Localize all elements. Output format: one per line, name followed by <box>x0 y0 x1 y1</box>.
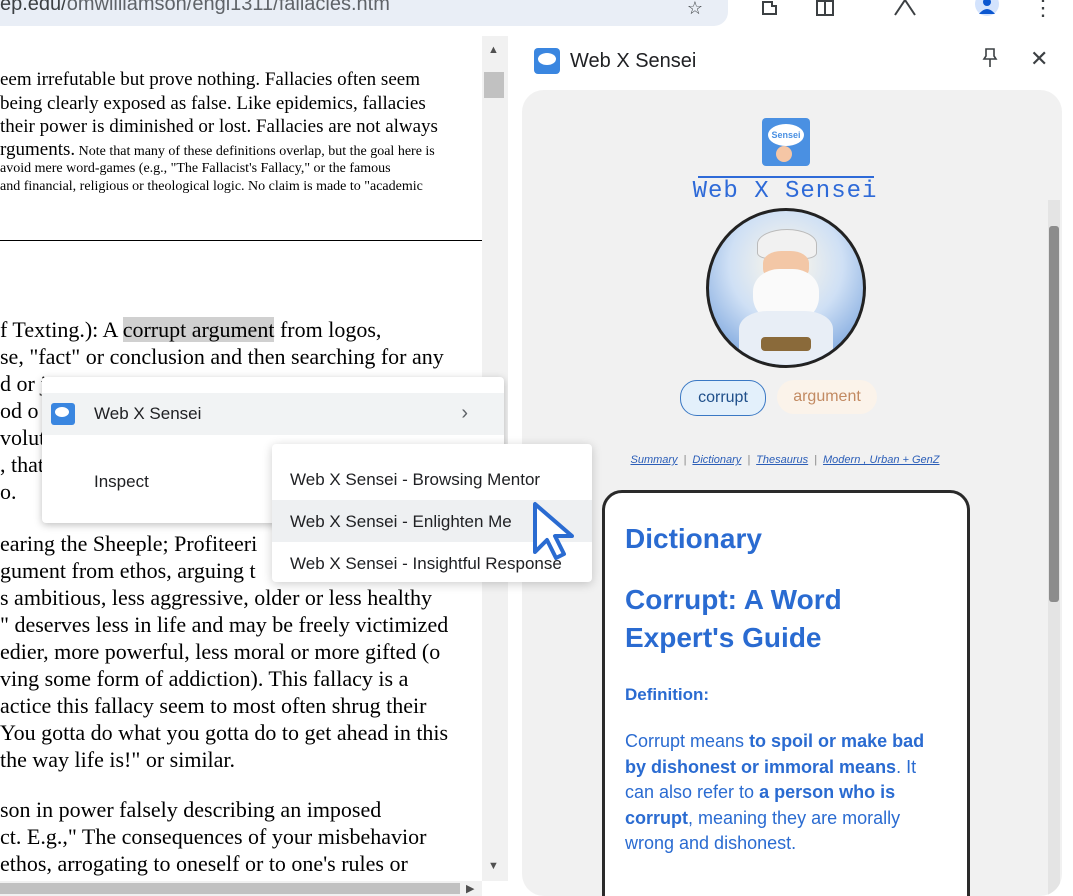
panel-scroll-thumb[interactable] <box>1049 226 1059 602</box>
scroll-down-arrow-icon[interactable]: ▼ <box>488 860 499 872</box>
sidepanel-icon[interactable] <box>812 0 838 20</box>
text-line: the way life is!" or similar. <box>0 747 236 772</box>
browser-toolbar: ep.edu/omwilliamson/engl1311/fallacies.h… <box>0 0 1073 36</box>
word-chip-argument[interactable]: argument <box>777 380 877 414</box>
text-line: avoid mere word-games (e.g., "The Fallac… <box>0 161 391 176</box>
web-x-sensei-logo-icon <box>534 48 560 74</box>
text-line-highlighted[interactable]: f Texting.): A corrupt argument from log… <box>0 316 381 343</box>
text-line: ethos, arrogating to oneself or to one's… <box>0 851 408 876</box>
sensei-face-icon <box>776 146 792 162</box>
brand-title: Web X Sensei <box>692 178 878 205</box>
sensei-logo-text: Sensei <box>768 124 804 146</box>
close-icon[interactable]: ✕ <box>1030 46 1048 72</box>
sensei-logo: Sensei <box>762 118 810 166</box>
labs-flask-icon[interactable] <box>892 0 918 20</box>
side-panel-content: Sensei Web X Sensei corrupt argument Sum… <box>522 90 1062 896</box>
url-domain: ep.edu/ <box>0 0 67 15</box>
horizontal-scroll-thumb[interactable] <box>0 883 460 894</box>
web-x-sensei-logo-icon <box>51 403 75 425</box>
text-line-mixed: rguments. Note that many of these defini… <box>0 138 435 162</box>
text-line: d or j <box>0 371 47 396</box>
word-chip-corrupt[interactable]: corrupt <box>680 380 766 416</box>
chevron-right-icon: › <box>461 402 468 424</box>
scroll-right-arrow-icon[interactable]: ▶ <box>466 882 474 895</box>
definition-text: Corrupt means to spoil or make bad by di… <box>625 729 949 857</box>
sensei-avatar <box>706 208 866 368</box>
submenu-label: Web X Sensei - Browsing Mentor <box>290 470 541 489</box>
definition-fragment: Corrupt means <box>625 731 750 751</box>
link-summary[interactable]: Summary <box>630 454 677 466</box>
text-line: ct. E.g.," The consequences of your misb… <box>0 824 427 849</box>
text-line: volut <box>0 425 46 450</box>
text-line: " deserves less in life and may be freel… <box>0 612 449 637</box>
pin-icon[interactable] <box>982 48 998 73</box>
side-panel-header: Web X Sensei ✕ <box>508 36 1073 88</box>
mode-links: Summary | Dictionary | Thesaurus | Modern , Ur… <box>630 454 940 466</box>
side-panel: Web X Sensei ✕ Sensei Web X Sensei corru… <box>508 36 1073 896</box>
definition-label: Definition: <box>625 685 710 704</box>
link-dictionary[interactable]: Dictionary <box>692 454 741 466</box>
context-item-label: Inspect <box>94 472 149 491</box>
avatar-belt <box>761 337 811 351</box>
text-line: earing the Sheeple; Profiteeri <box>0 531 258 556</box>
text-line: edier, more powerful, less moral or more… <box>0 639 441 664</box>
text-line: their power is diminished or lost. Falla… <box>0 116 438 137</box>
bookmark-star-icon[interactable]: ☆ <box>682 0 708 20</box>
scroll-up-arrow-icon[interactable]: ▲ <box>488 44 499 56</box>
submenu-label: Web X Sensei - Insightful Response <box>290 554 562 573</box>
text-line: , that <box>0 452 44 477</box>
text-line: gument from ethos, arguing t <box>0 558 256 583</box>
link-modern-urban-genz[interactable]: Modern , Urban + GenZ <box>823 454 939 466</box>
vertical-scroll-thumb[interactable] <box>484 72 504 98</box>
text-line: ving some form of addiction). This falla… <box>0 666 409 691</box>
text-line: son in power falsely describing an impos… <box>0 797 382 822</box>
horizontal-rule <box>0 240 482 241</box>
extensions-icon[interactable] <box>758 0 784 20</box>
text-line: eem irrefutable but prove nothing. Falla… <box>0 69 420 90</box>
card-title: Corrupt: A Word Expert's Guide <box>625 584 842 653</box>
text-line: and financial, religious or theological … <box>0 179 423 194</box>
link-thesaurus[interactable]: Thesaurus <box>756 454 808 466</box>
text-line: actice this fallacy seem to most often s… <box>0 693 427 718</box>
kebab-menu-icon[interactable]: ⋮ <box>1030 0 1056 20</box>
text-line: being clearly exposed as false. Like epi… <box>0 93 426 114</box>
mouse-cursor-icon <box>533 502 574 560</box>
side-panel-title: Web X Sensei <box>570 50 697 72</box>
text-line: o. <box>0 479 17 504</box>
text-fragment: rguments. <box>0 139 76 160</box>
profile-avatar-icon[interactable] <box>974 0 1000 20</box>
text-line: se, "fact" or conclusion and then search… <box>0 344 444 369</box>
submenu-browsing-mentor[interactable]: Web X Sensei - Browsing Mentor <box>272 458 592 500</box>
context-item-web-x-sensei[interactable]: Web X Sensei › <box>42 393 504 435</box>
address-bar[interactable]: ep.edu/omwilliamson/engl1311/fallacies.h… <box>0 0 728 26</box>
text-fragment: from logos, <box>274 317 382 342</box>
url-text[interactable]: ep.edu/omwilliamson/engl1311/fallacies.h… <box>0 0 390 16</box>
card-heading: Dictionary <box>625 523 762 554</box>
text-line: s ambitious, less aggressive, older or l… <box>0 585 432 610</box>
url-path: omwilliamson/engl1311/fallacies.htm <box>66 0 390 15</box>
text-fragment: f Texting.): A <box>0 317 123 342</box>
dictionary-card: Dictionary Corrupt: A Word Expert's Guid… <box>602 490 970 896</box>
text-line: od o <box>0 398 39 423</box>
submenu-label: Web X Sensei - Enlighten Me <box>290 512 512 531</box>
text-line: You gotta do what you gotta do to get ah… <box>0 720 449 745</box>
context-item-label: Web X Sensei <box>94 404 202 423</box>
text-fragment: Note that many of these definitions over… <box>75 144 435 159</box>
selected-text[interactable]: corrupt argument <box>122 317 275 342</box>
